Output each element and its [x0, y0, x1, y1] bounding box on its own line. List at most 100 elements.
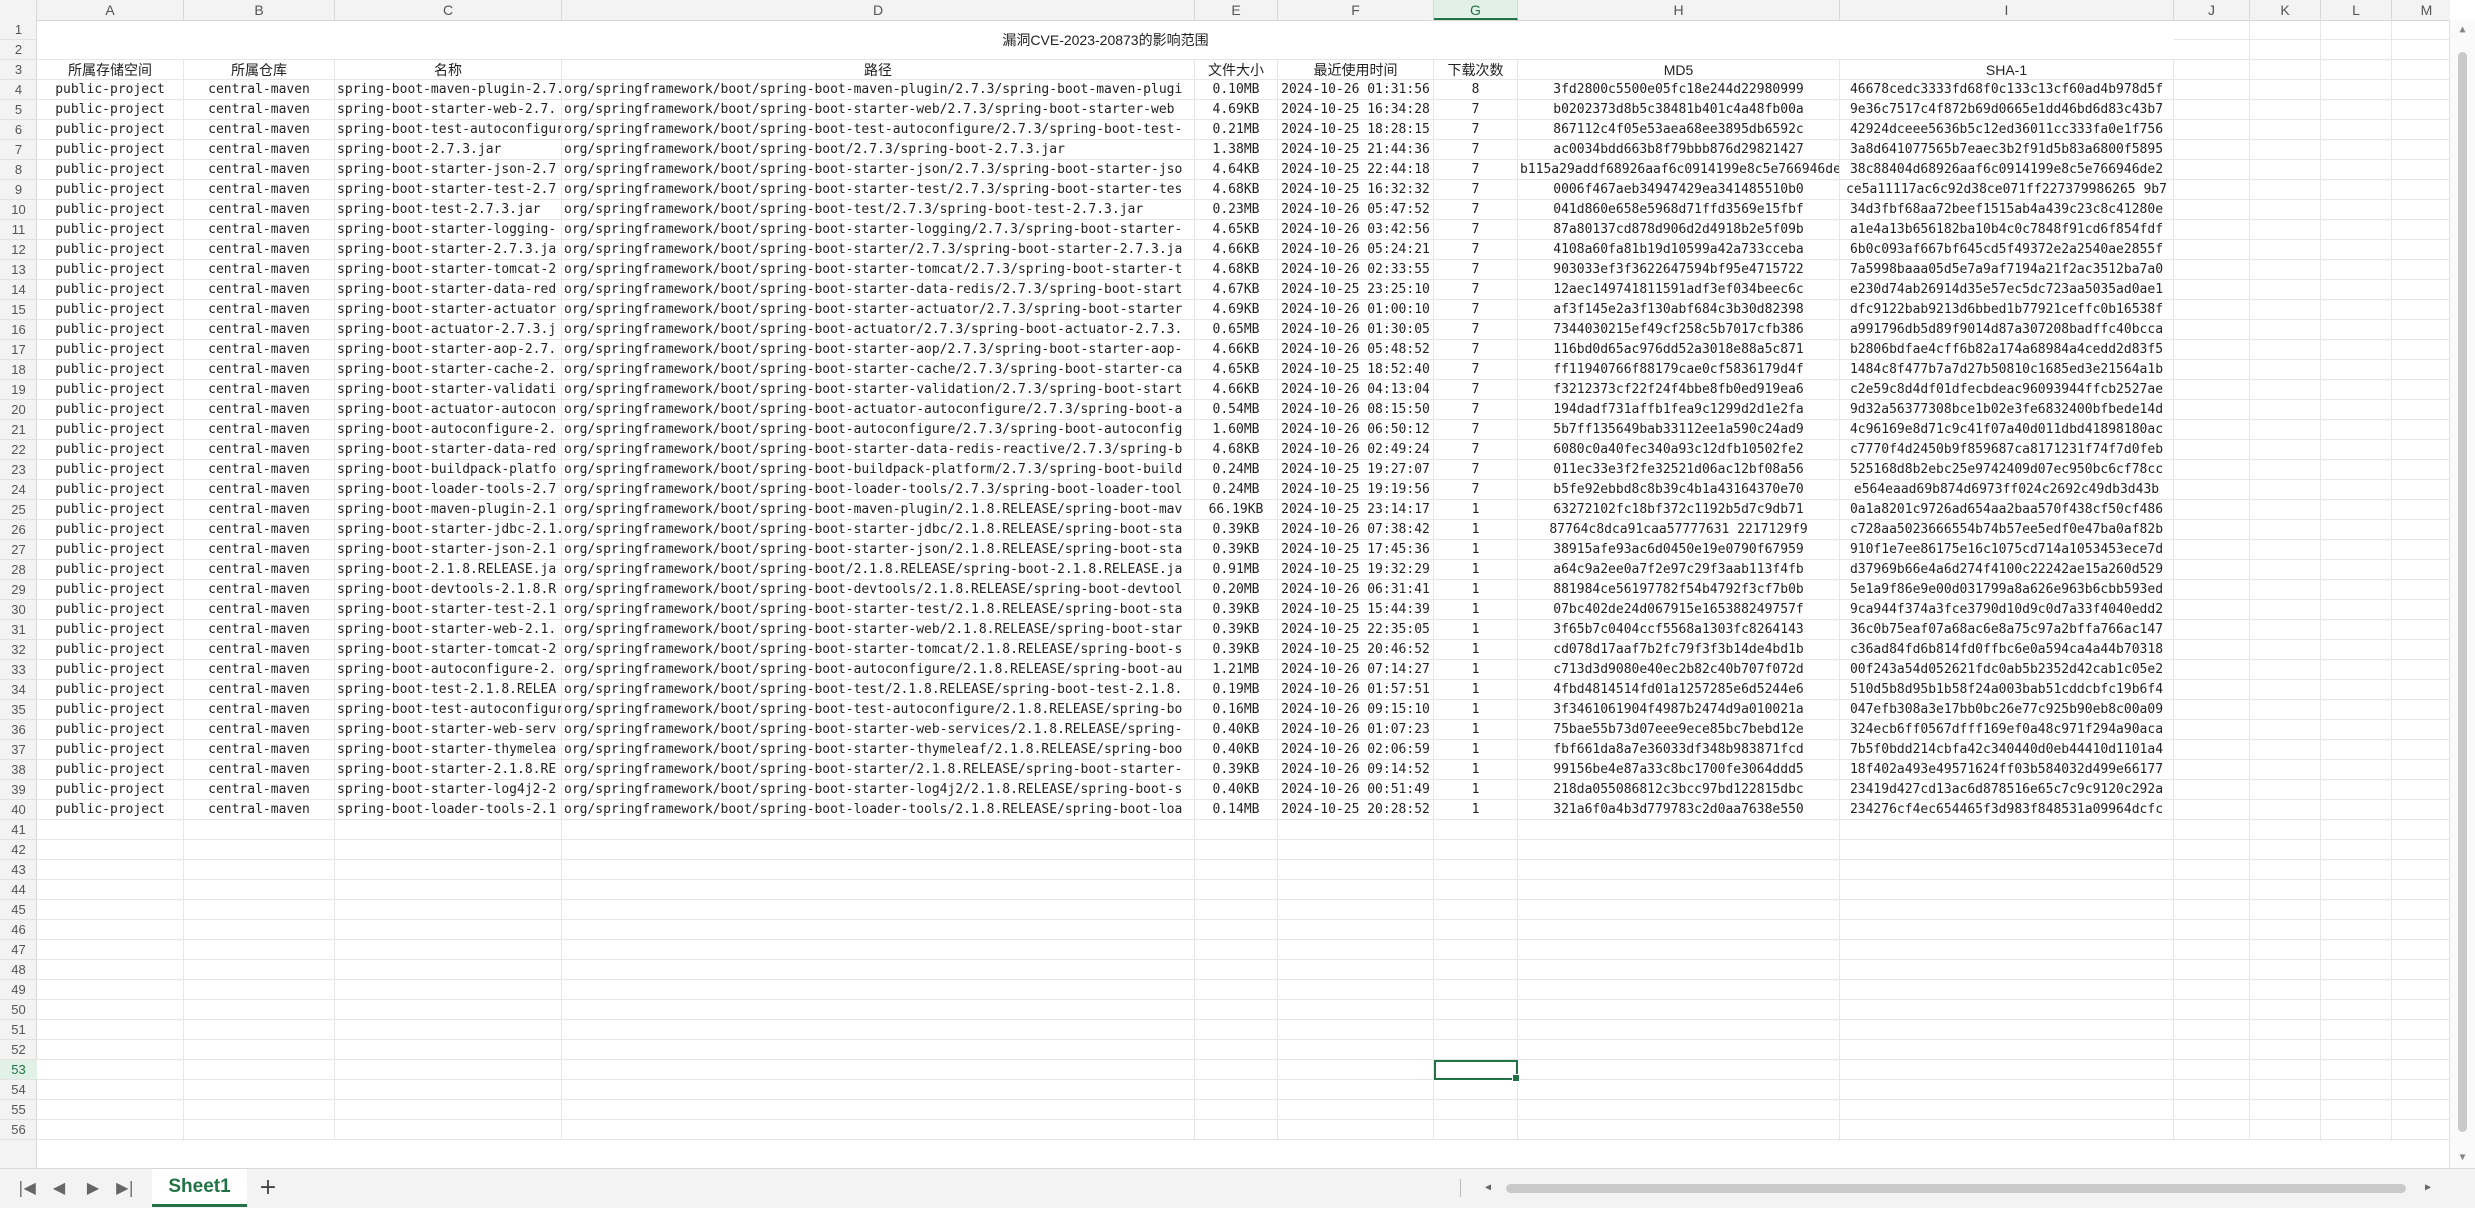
cell[interactable] [562, 980, 1195, 1000]
data-cell[interactable]: 9d32a56377308bce1b02e3fe6832400bfbede14d [1840, 400, 2174, 420]
data-cell[interactable]: org/springframework/boot/spring-boot-sta… [562, 100, 1195, 120]
cell[interactable] [2321, 140, 2392, 160]
cell[interactable] [2321, 160, 2392, 180]
data-cell[interactable]: public-project [37, 100, 184, 120]
cell[interactable] [2392, 300, 2450, 320]
data-cell[interactable]: central-maven [184, 640, 335, 660]
data-cell[interactable]: 5e1a9f86e9e00d031799a8a626e963b6cbb593ed [1840, 580, 2174, 600]
row-header-23[interactable]: 23 [0, 460, 37, 480]
cell[interactable] [2250, 840, 2321, 860]
cell[interactable] [1518, 1040, 1840, 1060]
data-cell[interactable]: spring-boot-test-2.1.8.RELEA [335, 680, 562, 700]
data-cell[interactable]: 63272102fc18bf372c1192b5d7c9db71 [1518, 500, 1840, 520]
data-cell[interactable]: spring-boot-starter-web-serv [335, 720, 562, 740]
data-cell[interactable]: 2024-10-26 08:15:50 [1278, 400, 1434, 420]
data-cell[interactable]: b0202373d8b5c38481b401c4a48fb00a [1518, 100, 1840, 120]
cell[interactable] [37, 920, 184, 940]
data-cell[interactable]: 7 [1434, 260, 1518, 280]
cell[interactable] [1434, 920, 1518, 940]
data-cell[interactable]: central-maven [184, 380, 335, 400]
data-cell[interactable]: org/springframework/boot/spring-boot-aut… [562, 420, 1195, 440]
cell[interactable] [2250, 360, 2321, 380]
data-cell[interactable]: 2024-10-25 20:46:52 [1278, 640, 1434, 660]
cell[interactable] [1195, 1000, 1278, 1020]
cell[interactable] [184, 980, 335, 1000]
cell[interactable] [2392, 1000, 2450, 1020]
cell[interactable] [2174, 220, 2250, 240]
cell[interactable] [37, 940, 184, 960]
data-cell[interactable]: 1.21MB [1195, 660, 1278, 680]
data-cell[interactable]: public-project [37, 360, 184, 380]
row-header-17[interactable]: 17 [0, 340, 37, 360]
cell[interactable] [2250, 920, 2321, 940]
add-sheet-icon[interactable]: + [255, 1176, 281, 1200]
data-cell[interactable]: 1 [1434, 540, 1518, 560]
data-cell[interactable]: 7 [1434, 240, 1518, 260]
sheet-tab-sheet1[interactable]: Sheet1 [152, 1169, 247, 1207]
scroll-down-icon[interactable]: ▼ [2450, 1148, 2475, 1168]
data-cell[interactable]: 0006f467aeb34947429ea341485510b0 [1518, 180, 1840, 200]
data-cell[interactable]: central-maven [184, 520, 335, 540]
cell[interactable] [1278, 960, 1434, 980]
data-cell[interactable]: 07bc402de24d067915e165388249757f [1518, 600, 1840, 620]
data-cell[interactable]: spring-boot-autoconfigure-2. [335, 660, 562, 680]
data-cell[interactable]: ff11940766f88179cae0cf5836179d4f [1518, 360, 1840, 380]
data-cell[interactable]: 011ec33e3f2fe32521d06ac12bf08a56 [1518, 460, 1840, 480]
data-cell[interactable]: 4.68KB [1195, 260, 1278, 280]
data-cell[interactable]: 2024-10-25 18:28:15 [1278, 120, 1434, 140]
cell[interactable] [2321, 1080, 2392, 1100]
column-header-e[interactable]: E [1195, 0, 1278, 20]
data-cell[interactable]: 321a6f0a4b3d779783c2d0aa7638e550 [1518, 800, 1840, 820]
cell[interactable] [184, 1040, 335, 1060]
cell[interactable] [2392, 580, 2450, 600]
cell[interactable] [2174, 760, 2250, 780]
data-cell[interactable]: 87764c8dca91caa57777631 2217129f9 [1518, 520, 1840, 540]
cell[interactable] [2174, 900, 2250, 920]
row-header-43[interactable]: 43 [0, 860, 37, 880]
cell[interactable] [1518, 1060, 1840, 1080]
data-cell[interactable]: 7 [1434, 380, 1518, 400]
row-header-8[interactable]: 8 [0, 160, 37, 180]
data-cell[interactable]: a64c9a2ee0a7f2e97c29f3aab113f4fb [1518, 560, 1840, 580]
data-cell[interactable]: c7770f4d2450b9f859687ca8171231f74f7d0feb [1840, 440, 2174, 460]
cell[interactable] [184, 860, 335, 880]
cell[interactable] [2250, 600, 2321, 620]
cell[interactable] [2321, 1000, 2392, 1020]
cell[interactable] [37, 1040, 184, 1060]
column-header-l[interactable]: L [2321, 0, 2392, 20]
cell[interactable] [1195, 920, 1278, 940]
cell[interactable] [1840, 1000, 2174, 1020]
data-cell[interactable]: 1 [1434, 560, 1518, 580]
data-cell[interactable]: 0.39KB [1195, 620, 1278, 640]
cell[interactable] [2321, 720, 2392, 740]
data-cell[interactable]: 0.24MB [1195, 460, 1278, 480]
cell[interactable] [2174, 640, 2250, 660]
data-cell[interactable]: public-project [37, 240, 184, 260]
data-cell[interactable]: 1 [1434, 700, 1518, 720]
cell[interactable] [1434, 980, 1518, 1000]
cell[interactable] [2321, 940, 2392, 960]
data-cell[interactable]: central-maven [184, 500, 335, 520]
column-title-cell[interactable]: 名称 [335, 60, 562, 80]
data-cell[interactable]: 2024-10-26 05:24:21 [1278, 240, 1434, 260]
cell[interactable] [2392, 280, 2450, 300]
cell[interactable] [1434, 1020, 1518, 1040]
data-cell[interactable]: e564eaad69b874d6973ff024c2692c49db3d43b [1840, 480, 2174, 500]
data-cell[interactable]: central-maven [184, 440, 335, 460]
data-cell[interactable]: spring-boot-test-autoconfigur [335, 120, 562, 140]
cell[interactable] [1518, 1080, 1840, 1100]
row-header-6[interactable]: 6 [0, 120, 37, 140]
cell[interactable] [2174, 140, 2250, 160]
cell[interactable] [2321, 240, 2392, 260]
cell[interactable] [2392, 360, 2450, 380]
row-header-42[interactable]: 42 [0, 840, 37, 860]
data-cell[interactable]: central-maven [184, 220, 335, 240]
cell[interactable] [2250, 500, 2321, 520]
data-cell[interactable]: 910f1e7ee86175e16c1075cd714a1053453ece7d [1840, 540, 2174, 560]
data-cell[interactable]: org/springframework/boot/spring-boot-loa… [562, 480, 1195, 500]
cell[interactable] [1195, 960, 1278, 980]
data-cell[interactable]: 2024-10-26 09:14:52 [1278, 760, 1434, 780]
cell[interactable] [2250, 400, 2321, 420]
data-cell[interactable]: 0.54MB [1195, 400, 1278, 420]
data-cell[interactable]: central-maven [184, 140, 335, 160]
